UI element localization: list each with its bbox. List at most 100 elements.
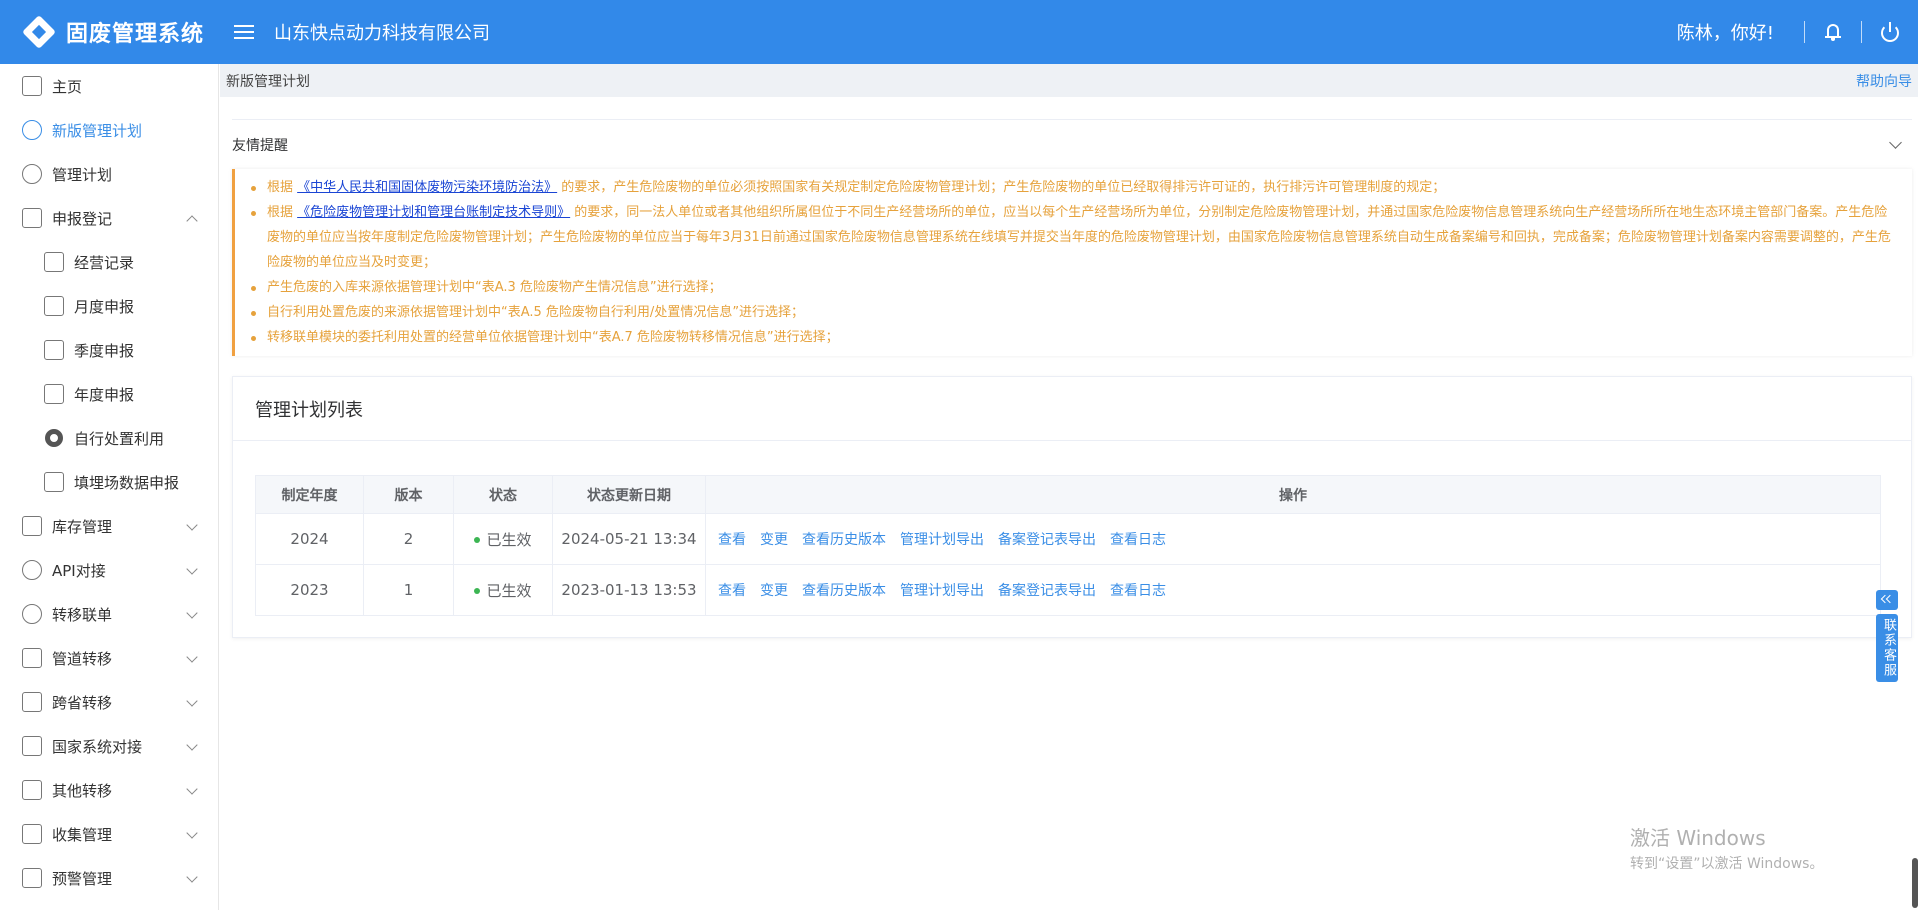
sidebar-item-pipe[interactable]: 管道转移 <box>0 636 218 680</box>
chevron-up-icon <box>186 215 198 227</box>
change-button[interactable]: 变更 <box>760 532 788 548</box>
tips-panel: 友情提醒 根据 《中华人民共和国固体废物污染环境防治法》 的要求，产生危险废物的… <box>232 119 1912 356</box>
app-logo[interactable]: 固废管理系统 <box>0 15 218 49</box>
column-header: 版本 <box>363 475 454 514</box>
windows-watermark: 激活 Windows 转到“设置”以激活 Windows。 <box>1630 826 1824 872</box>
chevron-down-icon <box>186 783 198 795</box>
logout-button[interactable] <box>1862 0 1918 64</box>
export-plan-button[interactable]: 管理计划导出 <box>900 532 984 548</box>
cell-updated: 2023-01-13 13:53 <box>552 564 706 616</box>
year-icon <box>44 384 64 404</box>
view-log-button[interactable]: 查看日志 <box>1110 532 1166 548</box>
history-button[interactable]: 查看历史版本 <box>802 583 886 599</box>
contact-service-label[interactable]: 联系客服 <box>1876 614 1898 682</box>
chevron-down-icon <box>186 519 198 531</box>
chevron-down-icon <box>186 739 198 751</box>
record-icon <box>44 252 64 272</box>
double-chevron-left-icon[interactable] <box>1876 590 1898 610</box>
cell-updated: 2024-05-21 13:34 <box>552 513 706 565</box>
sidebar-item-cross-province[interactable]: 跨省转移 <box>0 680 218 724</box>
sidebar-item-home[interactable]: 主页 <box>0 64 218 108</box>
view-log-button[interactable]: 查看日志 <box>1110 583 1166 599</box>
tips-header[interactable]: 友情提醒 <box>232 119 1912 169</box>
cell-actions: 查看 变更 查看历史版本 管理计划导出 备案登记表导出 查看日志 <box>705 564 1881 616</box>
cross-province-icon <box>22 692 42 712</box>
cell-version: 2 <box>363 513 454 565</box>
status-dot <box>474 588 481 594</box>
table-row: 2024 2 已生效 2024-05-21 13:34 查看 变更 查看历史版本 管理… <box>255 513 1881 565</box>
view-button[interactable]: 查看 <box>718 583 746 599</box>
tips-title: 友情提醒 <box>232 137 288 154</box>
chevron-down-icon <box>186 563 198 575</box>
national-icon <box>22 736 42 756</box>
sidebar-item-transfer[interactable]: 转移联单 <box>0 592 218 636</box>
logo-icon <box>22 15 56 49</box>
pipe-icon <box>22 648 42 668</box>
sidebar-item-landfill[interactable]: 填埋场数据申报 <box>0 460 218 504</box>
landfill-icon <box>44 472 64 492</box>
sidebar-item-plan[interactable]: 管理计划 <box>0 152 218 196</box>
guideline-link[interactable]: 《危险废物管理计划和管理台账制定技术导则》 <box>297 205 570 220</box>
home-icon <box>22 76 42 96</box>
tip-line: 自行利用处置危废的来源依据管理计划中“表A.5 危险废物自行利用/处置情况信息”… <box>247 300 1900 325</box>
sidebar-item-declare[interactable]: 申报登记 <box>0 196 218 240</box>
history-button[interactable]: 查看历史版本 <box>802 532 886 548</box>
cell-year: 2023 <box>255 564 364 616</box>
change-button[interactable]: 变更 <box>760 583 788 599</box>
sidebar-item-year[interactable]: 年度申报 <box>0 372 218 416</box>
sidebar-item-new-plan[interactable]: 新版管理计划 <box>0 108 218 152</box>
breadcrumb-current: 新版管理计划 <box>226 73 310 90</box>
chevron-down-icon <box>186 607 198 619</box>
chevron-down-icon <box>186 871 198 883</box>
bell-icon <box>1825 23 1841 41</box>
sidebar-item-collect[interactable]: 收集管理 <box>0 812 218 856</box>
export-record-button[interactable]: 备案登记表导出 <box>998 532 1096 548</box>
export-plan-button[interactable]: 管理计划导出 <box>900 583 984 599</box>
collect-icon <box>22 824 42 844</box>
company-name: 山东快点动力科技有限公司 <box>274 23 490 44</box>
cell-status: 已生效 <box>453 564 553 616</box>
scrollbar[interactable] <box>1912 858 1918 908</box>
sidebar-item-other-transfer[interactable]: 其他转移 <box>0 768 218 812</box>
cell-actions: 查看 变更 查看历史版本 管理计划导出 备案登记表导出 查看日志 <box>705 513 1881 565</box>
column-header: 状态 <box>453 475 553 514</box>
sidebar-item-dispose[interactable]: 自行处置利用 <box>0 416 218 460</box>
warning-icon <box>22 868 42 888</box>
warning-box: 根据 《中华人民共和国固体废物污染环境防治法》 的要求，产生危险废物的单位必须按… <box>232 169 1912 356</box>
breadcrumb: 新版管理计划 帮助向导 <box>220 64 1918 97</box>
api-icon <box>22 560 42 580</box>
chevron-down-icon <box>186 695 198 707</box>
view-button[interactable]: 查看 <box>718 532 746 548</box>
power-icon <box>1881 22 1899 42</box>
column-header: 状态更新日期 <box>552 475 706 514</box>
sidebar-item-month[interactable]: 月度申报 <box>0 284 218 328</box>
cell-version: 1 <box>363 564 454 616</box>
sidebar-item-warehouse[interactable]: 库存管理 <box>0 504 218 548</box>
law-link[interactable]: 《中华人民共和国固体废物污染环境防治法》 <box>297 180 557 195</box>
plan-list-title: 管理计划列表 <box>233 377 1911 441</box>
tip-line: 转移联单模块的委托利用处置的经营单位依据管理计划中“表A.7 危险废物转移情况信… <box>247 325 1900 350</box>
top-bar: 固废管理系统 山东快点动力科技有限公司 陈林，你好! <box>0 0 1918 64</box>
sidebar-item-national[interactable]: 国家系统对接 <box>0 724 218 768</box>
table-row: 2023 1 已生效 2023-01-13 13:53 查看 变更 查看历史版本 管理… <box>255 564 1881 616</box>
tip-line: 根据 《中华人民共和国固体废物污染环境防治法》 的要求，产生危险废物的单位必须按… <box>247 175 1900 200</box>
cell-year: 2024 <box>255 513 364 565</box>
help-guide-link[interactable]: 帮助向导 <box>1856 71 1912 91</box>
sidebar-item-record[interactable]: 经营记录 <box>0 240 218 284</box>
month-icon <box>44 296 64 316</box>
chevron-down-icon[interactable] <box>1889 136 1902 149</box>
customer-service[interactable]: 联系客服 <box>1876 590 1898 682</box>
tip-line: 根据 《危险废物管理计划和管理台账制定技术导则》 的要求，同一法人单位或者其他组… <box>247 200 1900 275</box>
main-content: 新版管理计划 帮助向导 友情提醒 根据 《中华人民共和国固体废物污染环境防治法》… <box>220 64 1918 910</box>
quarter-icon <box>44 340 64 360</box>
menu-toggle-icon[interactable] <box>234 21 254 43</box>
plan-table: 制定年度 版本 状态 状态更新日期 操作 2024 2 已生效 2024-05-… <box>255 475 1881 616</box>
sidebar-item-api[interactable]: API对接 <box>0 548 218 592</box>
export-record-button[interactable]: 备案登记表导出 <box>998 583 1096 599</box>
notification-button[interactable] <box>1805 0 1861 64</box>
sidebar-item-quarter[interactable]: 季度申报 <box>0 328 218 372</box>
sidebar: 主页 新版管理计划 管理计划 申报登记 经营记录 月度申报 季度申报 年度申报 … <box>0 64 219 910</box>
column-header: 操作 <box>705 475 1881 514</box>
sidebar-item-warning[interactable]: 预警管理 <box>0 856 218 900</box>
app-title: 固废管理系统 <box>66 22 205 47</box>
